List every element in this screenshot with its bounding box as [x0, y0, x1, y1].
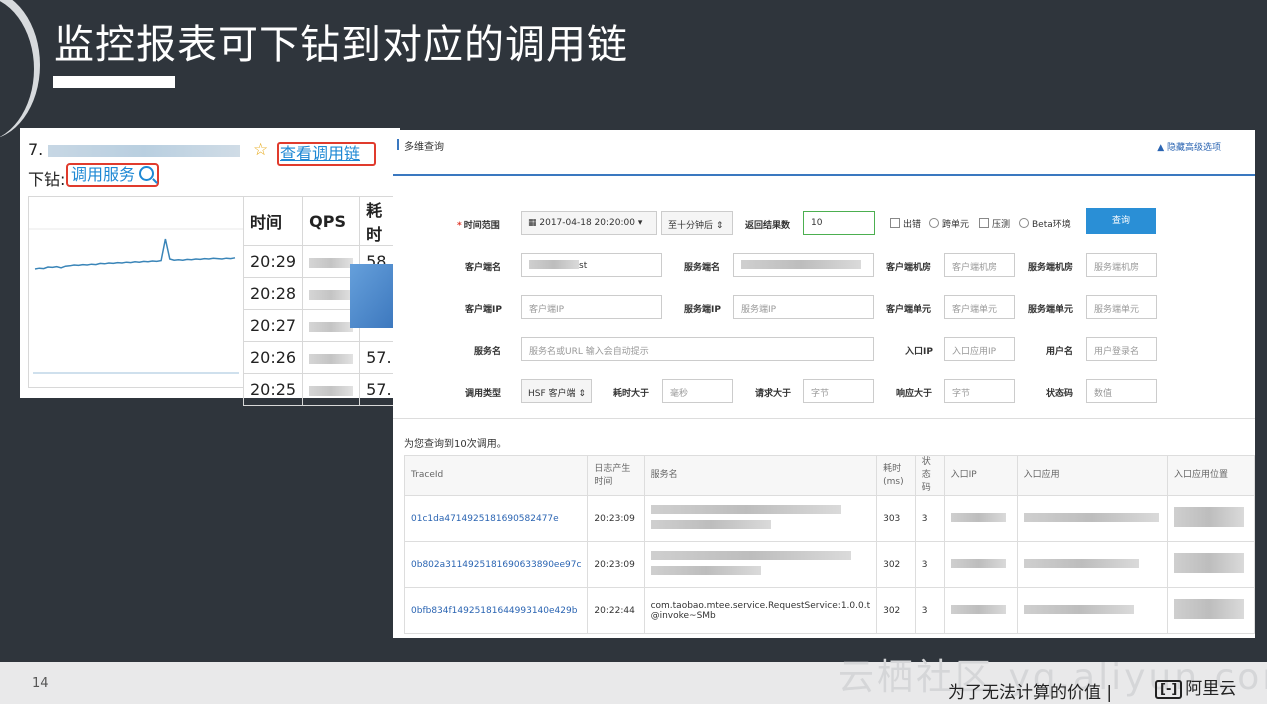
blurred-qps [309, 321, 354, 332]
trace-results-table: TraceId 日志产生时间 服务名 耗时(ms) 状态码 入口IP 入口应用 … [403, 455, 1255, 634]
col-entry-location: 入口应用位置 [1167, 455, 1255, 496]
col-cost: 耗时(ms) [876, 455, 916, 496]
aliyun-logo-icon: [-] [1155, 680, 1183, 699]
traceid-link[interactable]: 01c1da4714925181690582477e [403, 495, 589, 542]
brand-logo: [-] 阿里云 [1155, 674, 1236, 699]
col-time: 时间 [242, 196, 304, 246]
return-count-label: 返回结果数 [745, 221, 791, 231]
beta-env-checkbox[interactable]: Beta环境 [1019, 217, 1071, 230]
col-traceid: TraceId [403, 455, 589, 496]
blurred-service-name [48, 144, 241, 157]
blurred-qps [309, 257, 354, 268]
hide-advanced-toggle[interactable]: ▲ 隐藏高级选项 [1157, 140, 1221, 153]
blurred-qps [309, 385, 354, 396]
resp-gt-input[interactable]: 字节 [944, 379, 1015, 403]
sparkline-line [34, 238, 236, 270]
slide-footer: 14 云栖社区 yq.aliyun.com 为了无法计算的价值 | [-] 阿里云 [0, 657, 1267, 704]
drill-link-label: 调用服务 [71, 165, 136, 184]
service-prefix: 7. [28, 140, 44, 159]
error-checkbox[interactable]: 出错 [890, 217, 921, 230]
col-service: 服务名 [643, 455, 878, 496]
slide-title: 监控报表可下钻到对应的调用链 [54, 22, 628, 68]
corner-decoration [0, 0, 60, 140]
client-unit-input[interactable]: 客户端单元 [944, 295, 1015, 319]
table-row[interactable]: 01c1da4714925181690582477e 20:23:09 303 … [403, 495, 1255, 542]
status-code-input[interactable]: 数值 [1086, 379, 1157, 403]
username-input[interactable]: 用户登录名 [1086, 337, 1157, 361]
cost-gt-input[interactable]: 毫秒 [662, 379, 733, 403]
status-code-label: 状态码 [1046, 389, 1074, 399]
req-gt-input[interactable]: 字节 [803, 379, 874, 403]
result-count: 为您查询到10次调用。 [404, 439, 507, 450]
client-room-label: 客户端机房 [886, 263, 932, 273]
panel-header: 多维查询 ▲ 隐藏高级选项 [393, 130, 1255, 176]
date-picker[interactable]: ▦ 2017-04-18 20:20:00 ▾ [521, 211, 657, 235]
client-room-input[interactable]: 客户端机房 [944, 253, 1015, 277]
cross-unit-checkbox[interactable]: 跨单元 [929, 217, 969, 230]
duration-select[interactable]: 至十分钟后 ⇕ [661, 211, 733, 235]
table-row: 20:25 57. [242, 373, 400, 406]
col-entry-app: 入口应用 [1016, 455, 1169, 496]
traceid-link[interactable]: 0bfb834f14925181644993140e429b [403, 587, 589, 634]
blurred-qps [309, 289, 354, 300]
cost-gt-label: 耗时大于 [613, 389, 650, 399]
client-ip-label: 客户端IP [465, 305, 502, 315]
entry-ip-input[interactable]: 入口应用IP [944, 337, 1015, 361]
view-trace-link[interactable]: 查看调用链 [277, 142, 377, 166]
star-icon[interactable]: ☆ [253, 140, 268, 160]
server-ip-label: 服务端IP [684, 305, 721, 315]
server-room-label: 服务端机房 [1028, 263, 1074, 273]
client-name-label: 客户端名 [465, 263, 502, 273]
drill-label: 下钻: [28, 170, 66, 189]
col-entry-ip: 入口IP [943, 455, 1018, 496]
col-log-time: 日志产生时间 [587, 455, 645, 496]
stress-test-checkbox[interactable]: 压测 [979, 217, 1010, 230]
query-button[interactable]: 查询 [1086, 208, 1156, 234]
qps-sparkline-chart [28, 196, 244, 388]
service-header: 7. [28, 140, 241, 159]
panel-title: 多维查询 [397, 138, 444, 153]
time-range-label: * 时间范围 [457, 221, 500, 231]
entry-ip-label: 入口IP [905, 347, 933, 357]
title-underline [53, 76, 175, 88]
resp-gt-label: 响应大于 [896, 389, 933, 399]
section-divider [393, 418, 1255, 419]
search-icon [139, 166, 155, 181]
sparkline-svg [29, 228, 244, 374]
slogan: 为了无法计算的价值 | [948, 683, 1113, 703]
service-name-input[interactable]: 服务名或URL 输入会自动提示 [521, 337, 874, 361]
server-unit-input[interactable]: 服务端单元 [1086, 295, 1157, 319]
client-ip-input[interactable]: 客户端IP [521, 295, 662, 319]
traceid-link[interactable]: 0b802a3114925181690633890ee97c [403, 541, 589, 588]
multi-dim-query-panel: 多维查询 ▲ 隐藏高级选项 * 时间范围 ▦ 2017-04-18 20:20:0… [393, 130, 1255, 638]
username-label: 用户名 [1046, 347, 1074, 357]
service-name-label: 服务名 [474, 347, 502, 357]
server-unit-label: 服务端单元 [1028, 305, 1074, 315]
server-name-label: 服务端名 [684, 263, 721, 273]
server-ip-input[interactable]: 服务端IP [733, 295, 874, 319]
monitor-panel: 7. ☆ 查看调用链 下钻: 调用服务 时间 QPS 耗时 20:29 58. 2… [20, 128, 400, 406]
server-room-input[interactable]: 服务端机房 [1086, 253, 1157, 277]
client-unit-label: 客户端单元 [886, 305, 932, 315]
return-count-input[interactable]: 10 [803, 211, 875, 235]
col-status: 状态码 [914, 455, 945, 496]
table-row[interactable]: 0bfb834f14925181644993140e429b 20:22:44 … [403, 587, 1255, 634]
client-name-input[interactable]: st [521, 253, 662, 277]
call-type-label: 调用类型 [465, 389, 502, 399]
call-type-select[interactable]: HSF 客户端 ⇕ [521, 379, 592, 403]
table-row[interactable]: 0b802a3114925181690633890ee97c 20:23:09 … [403, 541, 1255, 588]
server-name-input[interactable] [733, 253, 874, 277]
drill-call-service-link[interactable]: 调用服务 [66, 163, 160, 187]
blurred-qps [309, 353, 354, 364]
page-number: 14 [32, 676, 49, 691]
req-gt-label: 请求大于 [755, 389, 792, 399]
